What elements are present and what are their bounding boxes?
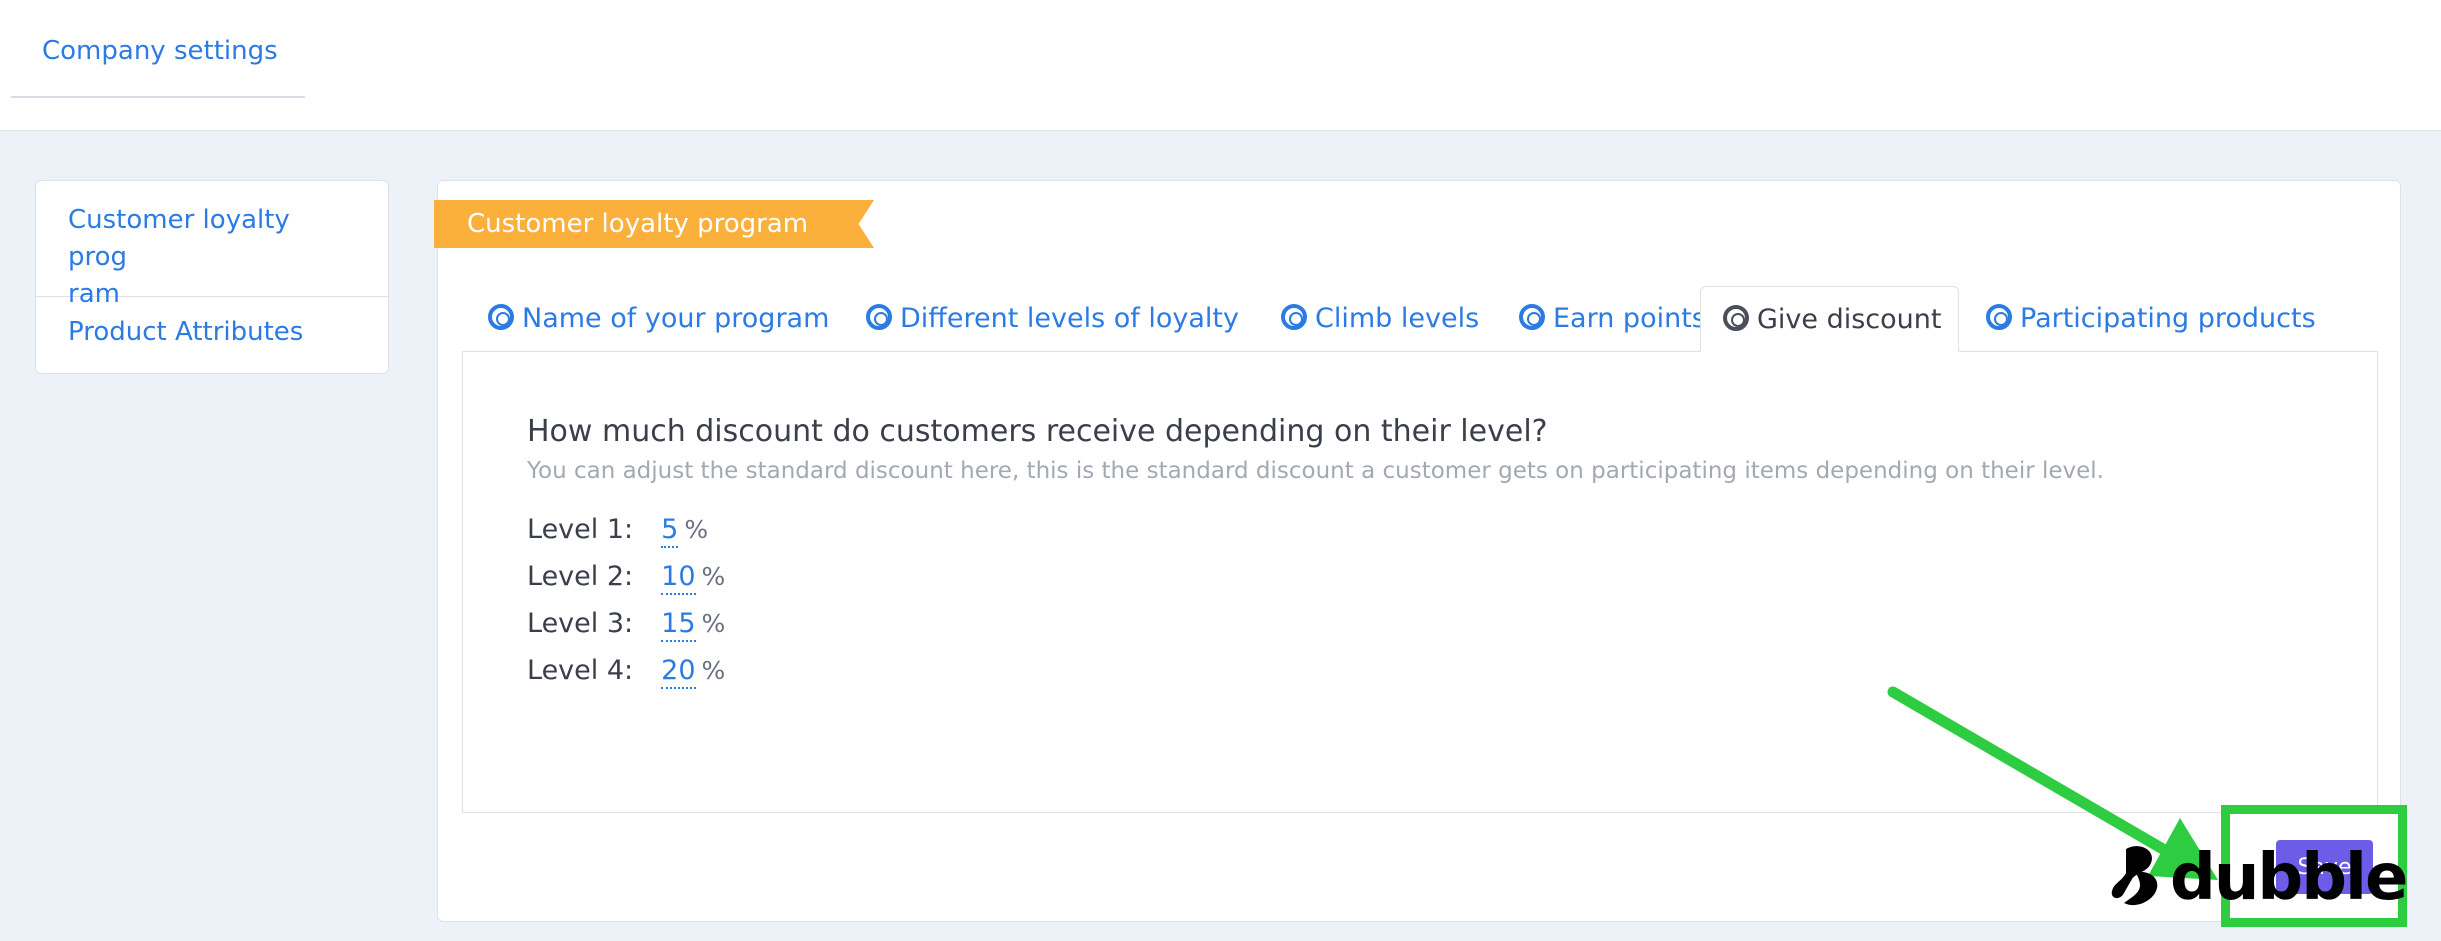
- dubble-logo-icon: [2111, 846, 2158, 906]
- tab-label: Give discount: [1757, 304, 1942, 335]
- lifebuoy-icon: [1723, 305, 1749, 331]
- tab-give-discount[interactable]: Give discount: [1700, 286, 1959, 352]
- brand-name: dubble: [2170, 841, 2408, 915]
- annotation-arrow: [1887, 686, 2218, 880]
- dubble-watermark: dubble: [2106, 841, 2408, 915]
